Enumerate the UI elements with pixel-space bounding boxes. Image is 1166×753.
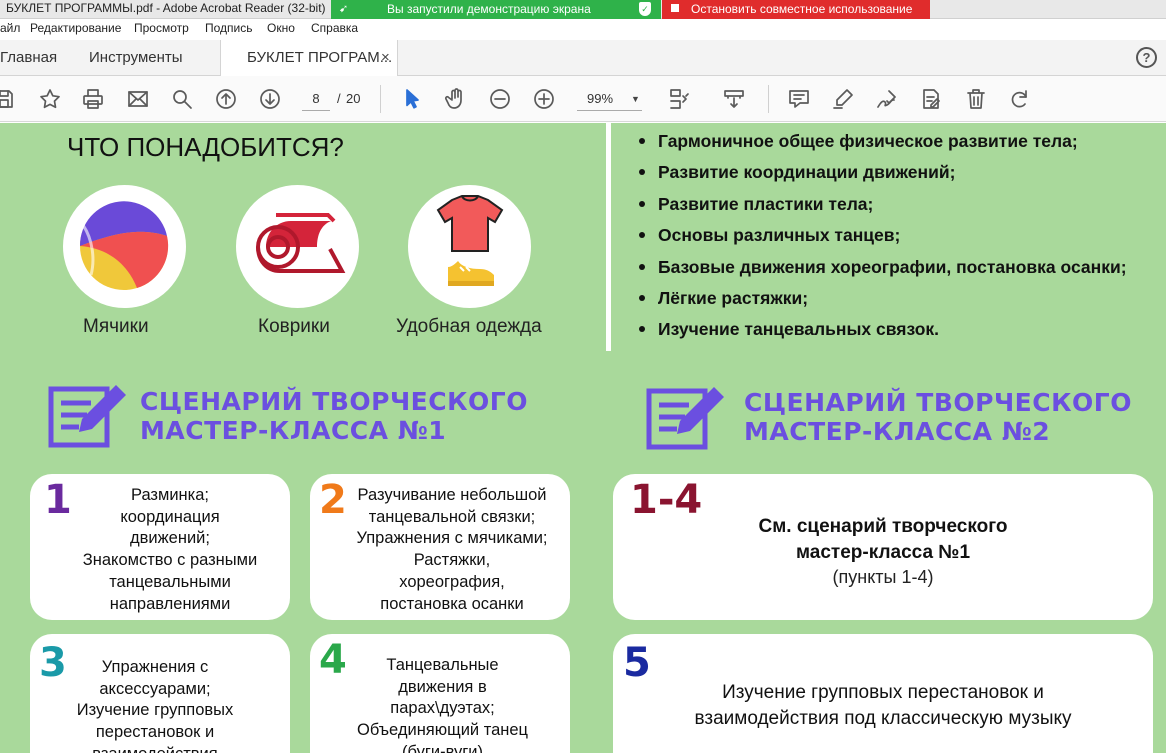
email-icon[interactable] [126, 87, 150, 111]
step-text: Разминка; координация движений; Знакомст… [82, 486, 258, 613]
scenario-1-heading: СЦЕНАРИЙ ТВОРЧЕСКОГО МАСТЕР-КЛАССА №1 [140, 387, 528, 445]
page-fit-icon[interactable] [667, 87, 691, 111]
document-edit-icon [48, 383, 128, 449]
help-icon[interactable]: ? [1136, 47, 1157, 68]
menu-view[interactable]: Просмотр [134, 21, 189, 35]
column-divider [606, 123, 611, 351]
edit-pdf-icon[interactable] [919, 87, 943, 111]
zoom-out-icon[interactable] [488, 87, 512, 111]
share-notice: Вы запустили демонстрацию экрана [387, 2, 591, 16]
step-text: Танцевальные движения в парах\дуэтах; Об… [356, 656, 528, 753]
zoom-search-icon[interactable] [170, 87, 194, 111]
goals-list: Гармоничное общее физическое развитие те… [636, 130, 1166, 350]
item-caption: Удобная одежда [396, 316, 542, 337]
rotate-icon[interactable] [1008, 87, 1032, 111]
menu-bar: айл Редактирование Просмотр Подпись Окно… [0, 19, 1166, 40]
page-up-icon[interactable] [214, 87, 238, 111]
step-number: 1-4 [630, 477, 703, 523]
save-icon[interactable] [0, 87, 16, 111]
clothes-image [408, 185, 531, 308]
menu-window[interactable]: Окно [267, 21, 295, 35]
zoom-level-value: 99% [587, 91, 614, 106]
step-text: Разучивание небольшой танцевальной связк… [356, 486, 548, 613]
tab-home[interactable]: Главная [0, 40, 57, 76]
document-edit-icon [646, 385, 726, 451]
comment-icon[interactable] [787, 87, 811, 111]
stop-share-label: Остановить совместное использование [691, 2, 913, 16]
list-item: Лёгкие растяжки; [636, 287, 1166, 318]
list-item: Основы различных танцев; [636, 224, 1166, 255]
sign-icon[interactable] [875, 87, 899, 111]
menu-help[interactable]: Справка [311, 21, 358, 35]
stop-icon [671, 4, 679, 12]
close-icon[interactable]: × [381, 40, 390, 76]
list-item: Гармоничное общее физическое развитие те… [636, 130, 1166, 161]
highlight-icon[interactable] [831, 87, 855, 111]
step-card-5: 5 Изучение групповых перестановок и взаи… [613, 634, 1153, 753]
item-caption: Коврики [258, 316, 330, 337]
toolbar-divider [380, 85, 381, 113]
shield-icon: ✓ [639, 2, 651, 16]
tab-tools[interactable]: Инструменты [89, 40, 183, 76]
step-subtitle: (пункты 1-4) [832, 567, 934, 587]
step-title: См. сценарий творческого мастер-класса №… [758, 516, 1008, 563]
document-page: ЧТО ПОНАДОБИТСЯ? Мячики Коврики Удобная … [0, 123, 1166, 753]
hand-icon[interactable] [444, 87, 468, 111]
window-title: БУКЛЕТ ПРОГРАММЫ.pdf - Adobe Acrobat Rea… [6, 1, 326, 15]
chevron-down-icon: ▼ [631, 94, 640, 104]
zoom-level-select[interactable]: 99% ▼ [577, 87, 642, 111]
screen-share-banner: ➹ Вы запустили демонстрацию экрана ✓ [331, 0, 661, 19]
mat-image [236, 185, 359, 308]
print-icon[interactable] [81, 87, 105, 111]
delete-icon[interactable] [964, 87, 988, 111]
select-cursor-icon[interactable] [400, 87, 424, 111]
stop-share-button[interactable]: Остановить совместное использование [662, 0, 930, 19]
tab-document[interactable]: БУКЛЕТ ПРОГРАМ... × [220, 40, 398, 77]
zoom-in-icon[interactable] [532, 87, 556, 111]
page-separator: / [337, 91, 341, 106]
bookmark-star-icon[interactable] [38, 87, 62, 111]
step-card-4: 4 Танцевальные движения в парах\дуэтах; … [310, 634, 570, 753]
scenario-2-heading: СЦЕНАРИЙ ТВОРЧЕСКОГО МАСТЕР-КЛАССА №2 [744, 388, 1132, 446]
step-card-3: 3 Упражнения с аксессуарами; Изучение гр… [30, 634, 290, 753]
list-item: Базовые движения хореографии, постановка… [636, 256, 1166, 287]
menu-file[interactable]: айл [0, 21, 20, 35]
page-total: 20 [346, 91, 361, 106]
step-card-1: 1 Разминка; координация движений; Знаком… [30, 474, 290, 620]
list-item: Развитие пластики тела; [636, 193, 1166, 224]
menu-edit[interactable]: Редактирование [30, 21, 121, 35]
step-card-2: 2 Разучивание небольшой танцевальной свя… [310, 474, 570, 620]
list-item: Развитие координации движений; [636, 161, 1166, 192]
toolbar: 8 / 20 99% ▼ [0, 76, 1166, 122]
step-text: Изучение групповых перестановок и взаимо… [694, 682, 1072, 729]
toolbar-divider [768, 85, 769, 113]
list-item: Изучение танцевальных связок. [636, 318, 1166, 349]
step-text: Упражнения с аксессуарами; Изучение груп… [76, 658, 234, 753]
step-card-1-4: 1-4 См. сценарий творческого мастер-клас… [613, 474, 1153, 620]
tab-bar: Главная Инструменты БУКЛЕТ ПРОГРАМ... × … [0, 40, 1166, 77]
share-pin-icon: ➹ [339, 3, 349, 15]
needs-heading: ЧТО ПОНАДОБИТСЯ? [67, 132, 344, 162]
scroll-mode-icon[interactable] [722, 87, 746, 111]
tab-document-label: БУКЛЕТ ПРОГРАМ... [247, 49, 393, 66]
menu-sign[interactable]: Подпись [205, 21, 253, 35]
page-number-input[interactable]: 8 [302, 87, 330, 111]
page-down-icon[interactable] [258, 87, 282, 111]
item-caption: Мячики [83, 316, 149, 337]
ball-image [63, 185, 186, 308]
step-number: 5 [623, 640, 651, 686]
